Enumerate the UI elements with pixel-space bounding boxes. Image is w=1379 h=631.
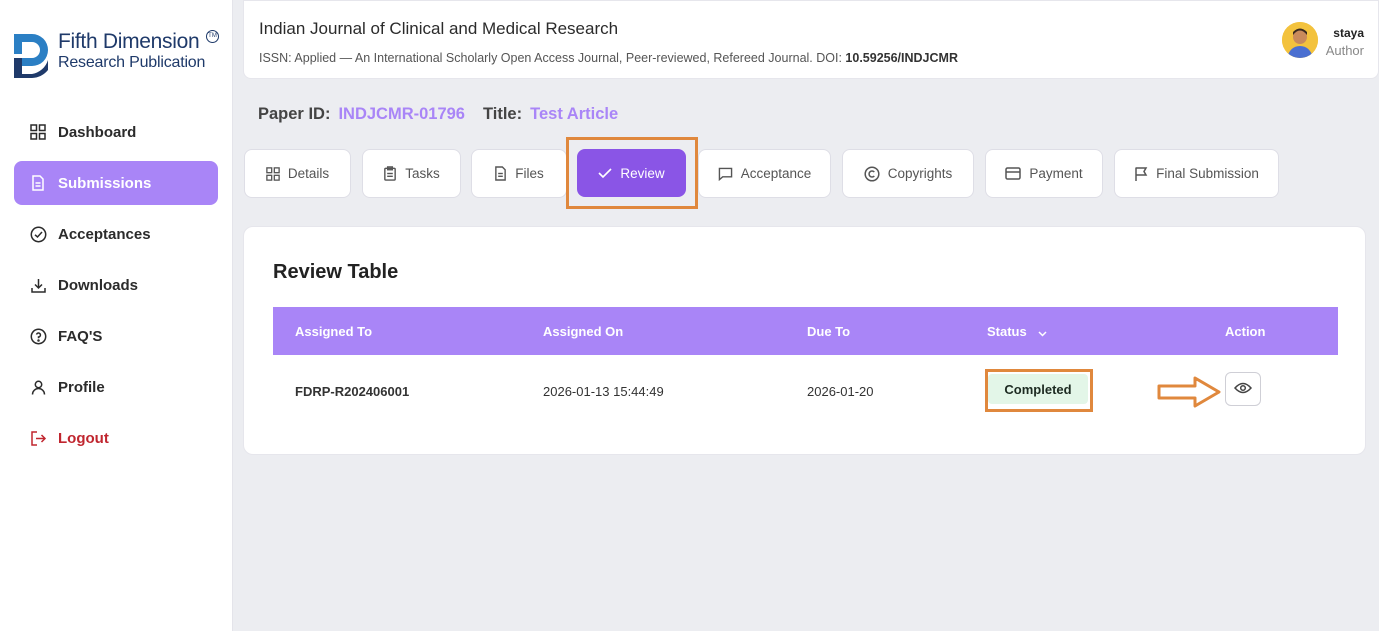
avatar[interactable] [1282,22,1318,58]
sidebar-item-label: Dashboard [58,123,137,141]
column-header-assigned-to: Assigned To [295,324,373,339]
sidebar-item-downloads[interactable]: Downloads [14,263,218,307]
brand-subtitle: Research Publication [58,54,206,71]
tab-label: Tasks [405,166,440,181]
sidebar-item-label: Profile [58,378,105,396]
sidebar-item-acceptances[interactable]: Acceptances [14,212,218,256]
tab-final-submission[interactable]: Final Submission [1114,149,1279,198]
tab-payment[interactable]: Payment [985,149,1103,198]
sidebar-item-dashboard[interactable]: Dashboard [14,110,218,154]
view-review-button[interactable] [1225,372,1261,406]
check-circle-icon [29,225,47,243]
column-header-action: Action [1225,324,1266,339]
journal-title: Indian Journal of Clinical and Medical R… [259,19,619,38]
tab-label: Details [287,166,330,181]
file-icon [494,166,507,181]
document-icon [29,174,47,192]
tab-label: Copyrights [887,166,953,181]
tab-files[interactable]: Files [471,149,567,198]
tab-details[interactable]: Details [244,149,351,198]
sidebar-item-label: Logout [58,429,109,447]
sidebar-item-label: Submissions [58,174,152,192]
logo-mark-icon [14,30,50,78]
table-header: Assigned To Assigned On Due To Status Ac… [273,307,1338,355]
sidebar-item-label: Acceptances [58,225,151,243]
message-icon [718,167,733,181]
review-card: Review Table Assigned To Assigned On Due… [243,226,1366,455]
paper-info: Paper ID: INDJCMR-01796 Title: Test Article [258,105,636,124]
arrow-right-icon [1157,376,1221,413]
review-tab-highlight [566,137,698,209]
cell-due-to: 2026-01-20 [807,384,874,399]
sidebar-item-logout[interactable]: Logout [14,416,218,460]
credit-card-icon [1005,167,1022,180]
download-icon [29,276,47,294]
tab-label: Files [515,166,544,181]
paper-title-label: Title: [482,105,523,123]
paper-id-label: Paper ID: [258,105,331,123]
cell-assigned-on: 2026-01-13 15:44:49 [543,384,664,399]
tab-acceptance[interactable]: Acceptance [698,149,831,198]
sidebar-item-profile[interactable]: Profile [14,365,218,409]
paper-id-value: INDJCMR-01796 [338,105,465,123]
user-role: Author [1325,43,1364,58]
sidebar-nav: Dashboard Submissions Acceptances Downlo… [14,110,218,467]
chevron-down-icon [1038,325,1047,340]
trademark-mark: TM [206,30,219,43]
copyright-icon [864,165,880,182]
tab-tasks[interactable]: Tasks [362,149,461,198]
sidebar-item-label: FAQ'S [58,327,103,345]
brand-logo[interactable]: Fifth Dimension Research Publication [14,30,205,78]
flag-icon [1134,166,1148,182]
sidebar-item-label: Downloads [58,276,139,294]
grid-icon [266,166,280,181]
page-header: Indian Journal of Clinical and Medical R… [243,0,1379,79]
logout-icon [29,429,47,447]
status-highlight [985,369,1093,412]
eye-icon [1233,382,1253,397]
sidebar-item-submissions[interactable]: Submissions [14,161,218,205]
user-name: staya [1333,26,1364,40]
tab-label: Payment [1029,166,1083,181]
journal-issn-text: ISSN: Applied — An International Scholar… [259,51,846,65]
grid-icon [29,123,47,141]
question-circle-icon [29,327,47,345]
column-header-assigned-on: Assigned On [543,324,624,339]
tab-label: Final Submission [1156,166,1259,181]
column-header-due-to: Due To [807,324,851,339]
review-table-title: Review Table [273,261,399,283]
sidebar: Fifth Dimension Research Publication TM … [0,0,233,631]
journal-doi: 10.59256/INDJCMR [845,51,958,65]
brand-name: Fifth Dimension [58,30,200,53]
clipboard-icon [383,166,397,181]
user-icon [29,378,47,396]
journal-subtitle: ISSN: Applied — An International Scholar… [259,51,958,65]
tab-copyrights[interactable]: Copyrights [842,149,974,198]
sidebar-item-faqs[interactable]: FAQ'S [14,314,218,358]
tab-label: Acceptance [740,166,812,181]
paper-title-value: Test Article [530,105,619,123]
column-header-status-label: Status [987,324,1027,339]
cell-assigned-to: FDRP-R202406001 [295,384,410,399]
column-header-status[interactable]: Status [987,324,1047,340]
